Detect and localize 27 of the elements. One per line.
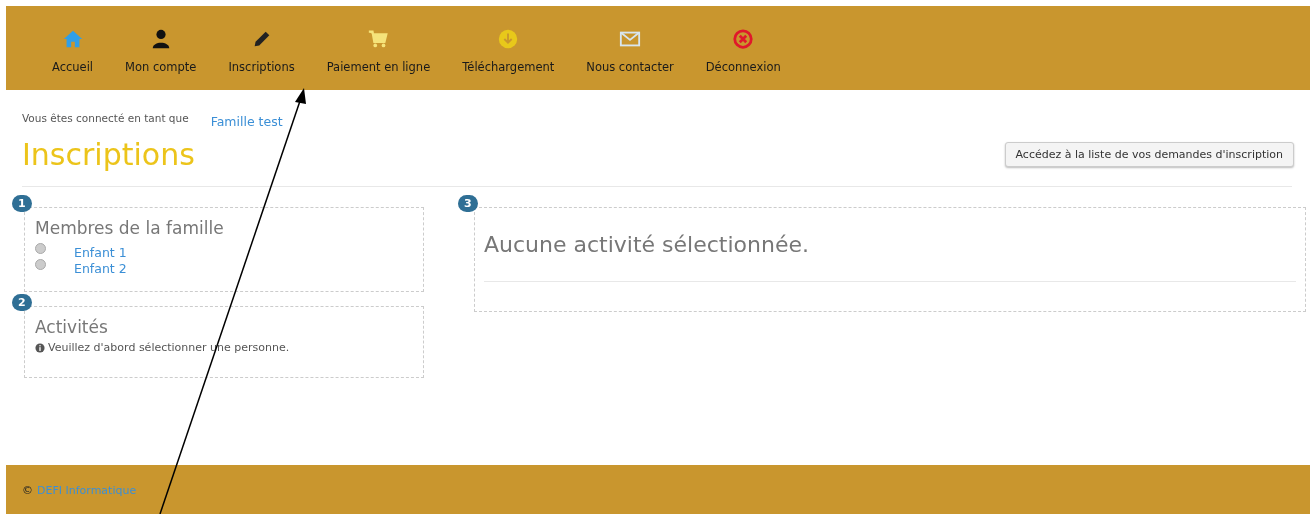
cart-icon — [367, 28, 390, 50]
nav-link[interactable]: Téléchargement — [446, 28, 571, 74]
radio-button[interactable] — [35, 242, 46, 254]
nav-link[interactable]: Inscriptions — [212, 28, 311, 74]
panel-title: Activités — [35, 317, 109, 337]
requests-list-button[interactable]: Accédez à la liste de vos demandes d'inscription — [1004, 142, 1294, 167]
info-icon — [35, 342, 45, 353]
member-link[interactable]: Enfant 2 — [74, 260, 127, 276]
home-icon — [61, 28, 84, 50]
close-icon — [732, 28, 755, 50]
copyright-symbol: © — [22, 483, 33, 497]
user-link[interactable]: Famille test — [210, 114, 283, 129]
nav-link[interactable]: Accueil — [36, 28, 110, 74]
panel-title: Membres de la famille — [35, 218, 225, 238]
nav-link[interactable]: Paiement en ligne — [310, 28, 447, 74]
nav-link[interactable]: Déconnexion — [689, 28, 797, 74]
nav-link[interactable]: Mon compte — [109, 28, 213, 74]
step-badge: 2 — [12, 294, 32, 311]
panel-title: Aucune activité sélectionnée. — [484, 232, 810, 257]
step-badge: 3 — [458, 195, 478, 212]
nav-link[interactable]: Nous contacter — [570, 28, 690, 74]
radio-button[interactable] — [35, 258, 46, 270]
page-title: Inscriptions — [22, 137, 195, 172]
member-link[interactable]: Enfant 1 — [74, 244, 127, 260]
download-icon — [497, 28, 520, 50]
step-badge: 1 — [12, 195, 32, 212]
login-text: Vous êtes connecté en tant que — [22, 112, 189, 124]
